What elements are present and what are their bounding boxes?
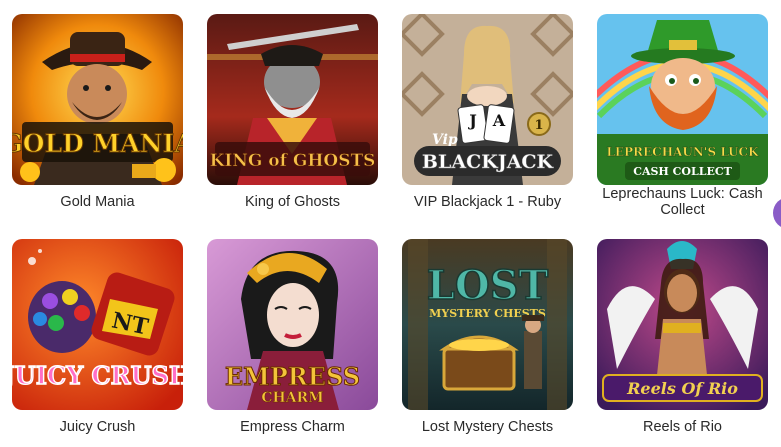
game-card-lost-mystery-chests[interactable]: LOST MYSTERY CHESTS Lost Mystery Chests	[402, 239, 573, 435]
leprechauns-luck-logo-text: LEPRECHAUN'S LUCK	[606, 145, 759, 159]
game-thumbnail-gold-mania[interactable]: GOLD MANIA	[12, 14, 183, 185]
vip-blackjack-logo-text: BLACKJACK	[422, 151, 555, 173]
reels-of-rio-artwork: Reels Of Rio	[597, 239, 768, 410]
game-title[interactable]: Juicy Crush	[12, 419, 183, 435]
juicy-crush-logo-text: JUICY CRUSH	[12, 361, 183, 390]
lost-mystery-chests-artwork: LOST MYSTERY CHESTS	[402, 239, 573, 410]
game-title[interactable]: Lost Mystery Chests	[402, 419, 573, 435]
game-thumbnail-reels-of-rio[interactable]: Reels Of Rio	[597, 239, 768, 410]
game-grid: GOLD MANIA Gold Mania	[0, 0, 781, 447]
reels-of-rio-logo-text: Reels Of Rio	[626, 379, 738, 398]
game-thumbnail-juicy-crush[interactable]: NT JUICY CRUSH	[12, 239, 183, 410]
vip-blackjack-artwork: J A 1 Vip BLACKJACK	[402, 14, 573, 185]
game-title[interactable]: Gold Mania	[12, 194, 183, 210]
svg-text:J: J	[467, 111, 477, 130]
game-card-reels-of-rio[interactable]: Reels Of Rio Reels of Rio	[597, 239, 768, 435]
game-thumbnail-king-of-ghosts[interactable]: KING of GHOSTS	[207, 14, 378, 185]
lost-mystery-chests-logo-text: LOST	[427, 262, 549, 309]
game-title[interactable]: Empress Charm	[207, 419, 378, 435]
gold-mania-artwork: GOLD MANIA	[12, 14, 183, 185]
gold-mania-logo-text: GOLD MANIA	[12, 129, 183, 158]
empress-charm-sub-text: CHARM	[261, 390, 323, 406]
game-thumbnail-vip-blackjack-ruby[interactable]: J A 1 Vip BLACKJACK	[402, 14, 573, 185]
leprechauns-luck-sub-text: CASH COLLECT	[633, 165, 732, 178]
game-card-juicy-crush[interactable]: NT JUICY CRUSH Juicy Crush	[12, 239, 183, 435]
game-title[interactable]: Leprechauns Luck: Cash Collect	[597, 186, 768, 218]
king-of-ghosts-logo-text: KING of GHOSTS	[210, 151, 376, 171]
game-thumbnail-empress-charm[interactable]: EMPRESS CHARM	[207, 239, 378, 410]
game-title[interactable]: Reels of Rio	[597, 419, 768, 435]
empress-charm-logo-text: EMPRESS	[225, 362, 360, 391]
game-card-empress-charm[interactable]: EMPRESS CHARM Empress Charm	[207, 239, 378, 435]
king-of-ghosts-artwork: KING of GHOSTS	[207, 14, 378, 185]
game-thumbnail-leprechauns-luck[interactable]: LEPRECHAUN'S LUCK CASH COLLECT	[597, 14, 768, 185]
juicy-crush-artwork: NT JUICY CRUSH	[12, 239, 183, 410]
game-card-king-of-ghosts[interactable]: KING of GHOSTS King of Ghosts	[207, 14, 378, 210]
vip-blackjack-badge: 1	[534, 118, 543, 133]
game-card-gold-mania[interactable]: GOLD MANIA Gold Mania	[12, 14, 183, 210]
game-card-leprechauns-luck[interactable]: LEPRECHAUN'S LUCK CASH COLLECT Leprechau…	[597, 14, 768, 218]
leprechauns-luck-artwork: LEPRECHAUN'S LUCK CASH COLLECT	[597, 14, 768, 185]
empress-charm-artwork: EMPRESS CHARM	[207, 239, 378, 410]
game-title[interactable]: VIP Blackjack 1 - Ruby	[402, 194, 573, 210]
svg-text:A: A	[492, 111, 506, 130]
vip-blackjack-sub-text: Vip	[432, 132, 458, 148]
game-card-vip-blackjack-ruby[interactable]: J A 1 Vip BLACKJACK VIP Blackjack 1 - Ru…	[402, 14, 573, 210]
game-title[interactable]: King of Ghosts	[207, 194, 378, 210]
game-thumbnail-lost-mystery-chests[interactable]: LOST MYSTERY CHESTS	[402, 239, 573, 410]
